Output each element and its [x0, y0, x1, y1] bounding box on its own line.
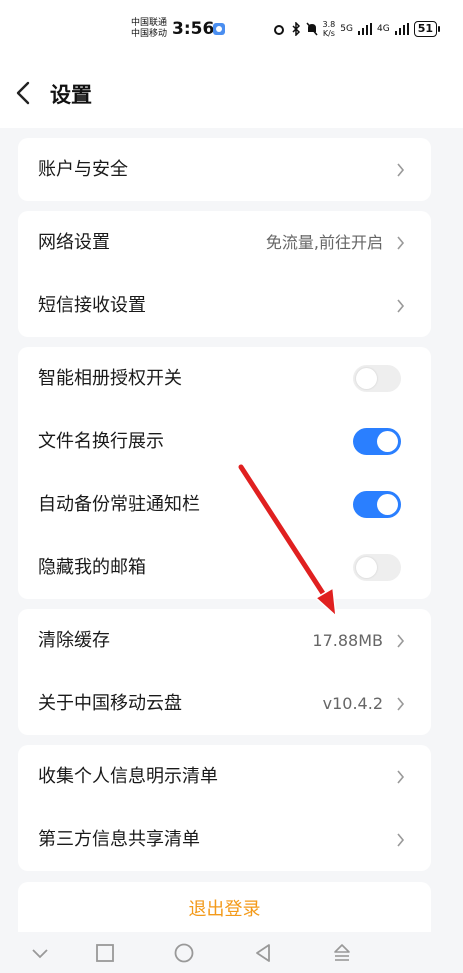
setting-label: 关于中国移动云盘 — [38, 693, 182, 714]
system-nav-bar — [0, 932, 463, 973]
setting-label: 智能相册授权开关 — [38, 368, 182, 389]
net-speed: 3.8 K/s — [322, 20, 336, 38]
setting-label: 隐藏我的邮箱 — [38, 557, 146, 578]
chevron-down-icon[interactable] — [29, 942, 51, 964]
chevron-right-icon — [397, 299, 405, 313]
settings-group-network: 网络设置 免流量,前往开启 短信接收设置 — [18, 211, 431, 337]
chevron-right-icon — [397, 236, 405, 250]
setting-value: v10.4.2 — [322, 694, 383, 713]
setting-label: 文件名换行展示 — [38, 431, 164, 452]
chevron-right-icon — [397, 634, 405, 648]
setting-about[interactable]: 关于中国移动云盘 v10.4.2 — [18, 672, 431, 735]
carrier-2: 中国移动 — [131, 29, 168, 39]
status-bar: 中国联通 中国移动 3:56 3.8 K/s 5G 4G 51 — [0, 0, 463, 60]
net-type-2: 4G — [376, 24, 390, 34]
setting-filename-wrap: 文件名换行展示 — [18, 410, 431, 473]
settings-group-privacy: 收集个人信息明示清单 第三方信息共享清单 — [18, 745, 431, 871]
setting-label: 第三方信息共享清单 — [38, 829, 200, 850]
cloud-app-icon — [213, 23, 225, 35]
backup-notification-toggle[interactable] — [353, 491, 401, 518]
signal-icon — [394, 23, 409, 35]
filename-wrap-toggle[interactable] — [353, 428, 401, 455]
chevron-right-icon — [397, 833, 405, 847]
battery-icon: 51 — [413, 21, 441, 37]
setting-label: 收集个人信息明示清单 — [38, 766, 218, 787]
logout-button[interactable]: 退出登录 — [18, 882, 431, 936]
setting-label: 网络设置 — [38, 232, 110, 253]
setting-smart-album: 智能相册授权开关 — [18, 347, 431, 410]
smart-album-toggle[interactable] — [353, 365, 401, 392]
setting-label: 清除缓存 — [38, 630, 110, 651]
mute-icon — [305, 22, 318, 36]
carrier-1: 中国联通 — [131, 18, 168, 28]
setting-third-party-list[interactable]: 第三方信息共享清单 — [18, 808, 431, 871]
setting-sms[interactable]: 短信接收设置 — [18, 274, 431, 337]
bluetooth-icon — [292, 22, 300, 36]
carrier-info: 中国联通 中国移动 — [131, 18, 167, 40]
net-type-1: 5G — [340, 24, 353, 34]
toggle-knob — [356, 368, 377, 389]
setting-backup-notification: 自动备份常驻通知栏 — [18, 473, 431, 536]
setting-account-security[interactable]: 账户与安全 — [18, 138, 431, 201]
setting-network[interactable]: 网络设置 免流量,前往开启 — [18, 211, 431, 274]
setting-label: 短信接收设置 — [38, 295, 146, 316]
toggle-knob — [356, 557, 377, 578]
chevron-right-icon — [397, 770, 405, 784]
setting-value: 17.88MB — [312, 631, 383, 650]
triangle-back-icon[interactable] — [252, 942, 274, 964]
back-arrow-icon[interactable] — [14, 80, 34, 106]
setting-hide-mailbox: 隐藏我的邮箱 — [18, 536, 431, 599]
setting-clear-cache[interactable]: 清除缓存 17.88MB — [18, 609, 431, 672]
square-icon[interactable] — [94, 942, 116, 964]
page-title: 设置 — [50, 83, 92, 107]
setting-label: 账户与安全 — [38, 159, 128, 180]
alarm-icon — [273, 25, 284, 35]
upload-icon[interactable] — [331, 942, 353, 964]
setting-value: 免流量,前往开启 — [265, 233, 383, 252]
settings-group-account: 账户与安全 — [18, 138, 431, 201]
hide-mailbox-toggle[interactable] — [353, 554, 401, 581]
page-header: 设置 — [0, 60, 463, 128]
settings-group-toggles: 智能相册授权开关 文件名换行展示 自动备份常驻通知栏 隐藏我的邮箱 — [18, 347, 431, 599]
chevron-right-icon — [397, 163, 405, 177]
setting-personal-info-list[interactable]: 收集个人信息明示清单 — [18, 745, 431, 808]
circle-icon[interactable] — [173, 942, 195, 964]
status-time: 3:56 — [172, 19, 215, 39]
toggle-knob — [377, 494, 398, 515]
signal-icon — [357, 23, 372, 35]
settings-group-cache: 清除缓存 17.88MB 关于中国移动云盘 v10.4.2 — [18, 609, 431, 735]
setting-label: 自动备份常驻通知栏 — [38, 494, 200, 515]
chevron-right-icon — [397, 697, 405, 711]
status-right: 3.8 K/s 5G 4G 51 — [272, 20, 441, 38]
toggle-knob — [377, 431, 398, 452]
